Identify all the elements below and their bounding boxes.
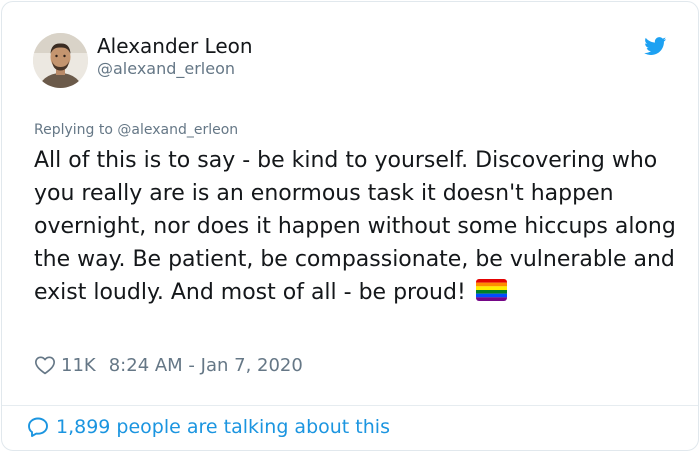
tweet-body: All of this is to say - be kind to yours…: [34, 144, 682, 309]
twitter-bird-glyph: [644, 37, 667, 55]
speech-bubble-icon: [28, 417, 48, 437]
like-button[interactable]: 11K: [34, 354, 96, 376]
replying-prefix: Replying to: [34, 122, 118, 138]
user-photo: [33, 33, 88, 88]
replying-to-handle[interactable]: @alexand_erleon: [117, 122, 238, 138]
heart-icon: [35, 356, 55, 375]
avatar[interactable]: [33, 33, 88, 88]
author-display-name[interactable]: Alexander Leon: [97, 34, 253, 58]
author-handle[interactable]: @alexand_erleon: [97, 59, 235, 79]
conversation-label: 1,899 people are talking about this: [56, 416, 390, 438]
conversation-link[interactable]: 1,899 people are talking about this: [26, 415, 390, 439]
divider: [2, 405, 698, 406]
replying-to-line: Replying to @alexand_erleon: [34, 121, 238, 139]
rainbow-flag-icon: [475, 279, 507, 301]
twitter-bird-icon[interactable]: [643, 35, 668, 57]
tweet-meta: 11K 8:24 AM - Jan 7, 2020: [34, 352, 303, 378]
like-count: 11K: [61, 354, 96, 376]
tweet-text: All of this is to say - be kind to yours…: [34, 148, 676, 305]
timestamp[interactable]: 8:24 AM - Jan 7, 2020: [109, 355, 303, 376]
tweet-card: Alexander Leon @alexand_erleon Replying …: [1, 1, 699, 451]
